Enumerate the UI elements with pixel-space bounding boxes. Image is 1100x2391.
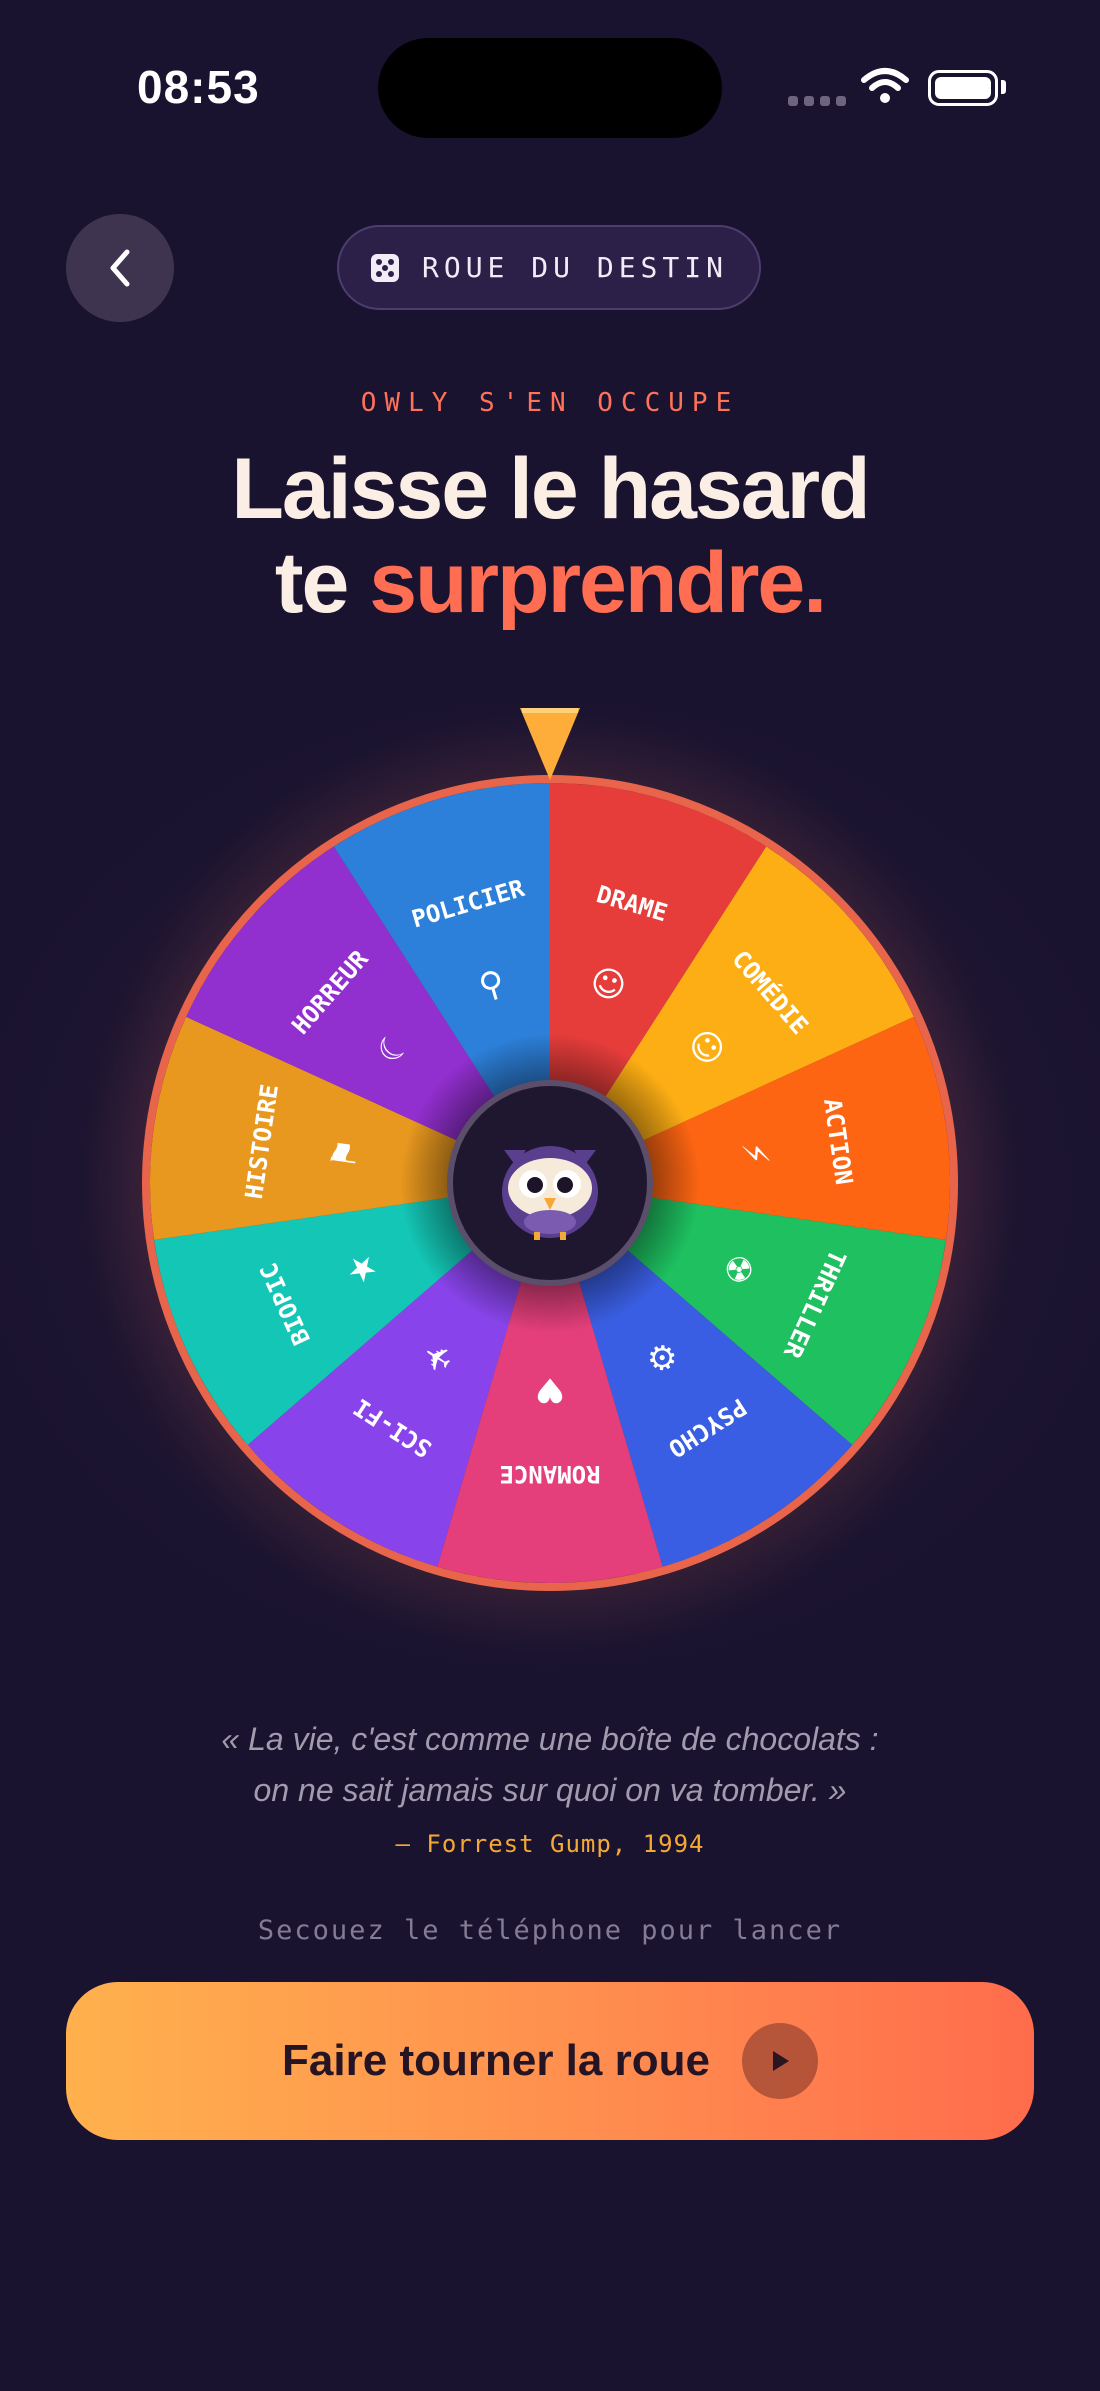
wheel-hub[interactable] — [447, 1080, 653, 1286]
quote-author: — Forrest Gump, 1994 — [395, 1830, 705, 1858]
shake-hint: Secouez le téléphone pour lancer — [257, 1915, 843, 1946]
movie-quote: « La vie, c'est comme une boîte de choco… — [0, 1714, 1100, 1816]
quote-line-1: « La vie, c'est comme une boîte de choco… — [221, 1721, 879, 1757]
play-icon — [741, 2023, 818, 2099]
quote-line-2: on ne sait jamais sur quoi on va tomber.… — [253, 1772, 847, 1808]
spin-wheel-button[interactable]: Faire tourner la roue — [66, 1982, 1034, 2140]
spin-wheel-button-label: Faire tourner la roue — [282, 2036, 710, 2085]
wheel-label-romance: ROMANCE — [499, 1460, 600, 1488]
genre-wheel[interactable]: DRAME☺ COMÉDIE☺ACTION⚡THRILLER☢PSYCHO⚙ROM… — [0, 0, 1100, 1650]
scroll-map-icon: ⚑ — [324, 1136, 368, 1172]
heart-icon: ♥ — [535, 1370, 565, 1410]
